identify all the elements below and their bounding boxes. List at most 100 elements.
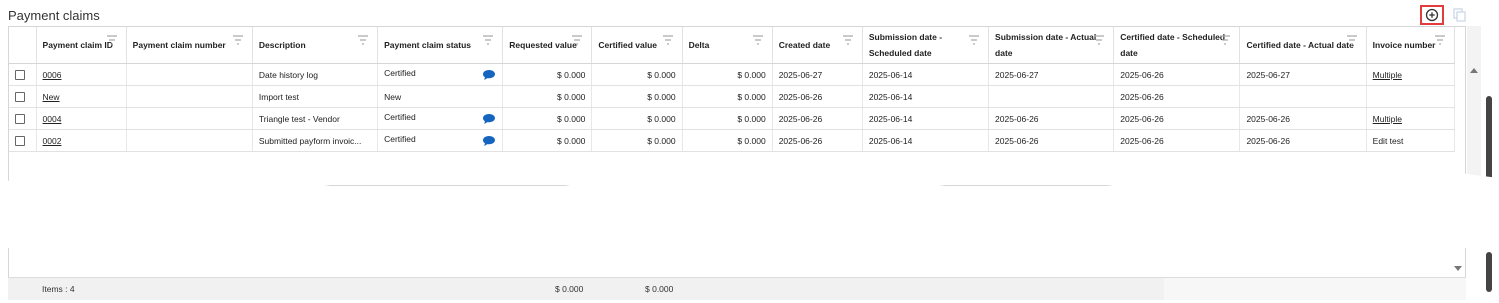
status-text: Certified bbox=[384, 112, 416, 122]
filter-icon[interactable] bbox=[1093, 35, 1105, 45]
column-header[interactable]: Invoice number bbox=[1366, 27, 1456, 64]
table-row[interactable]: New Import test New $ 0.000 $ 0.000 $ 0.… bbox=[9, 85, 1456, 108]
section-title: Payment claims bbox=[8, 8, 100, 23]
status-text: Certified bbox=[384, 134, 416, 144]
column-header-label: Certified date - Scheduled date bbox=[1120, 32, 1226, 58]
filter-icon[interactable] bbox=[571, 35, 583, 45]
certified-value-cell: $ 0.000 bbox=[591, 85, 683, 108]
column-header[interactable]: Certified date - Actual date bbox=[1239, 27, 1367, 64]
delta-cell: $ 0.000 bbox=[682, 129, 773, 152]
table-row[interactable]: 0006 Date history log Certified $ 0.000 … bbox=[9, 63, 1456, 86]
filter-icon[interactable] bbox=[106, 35, 118, 45]
submission-scheduled-cell: 2025-06-14 bbox=[862, 129, 990, 152]
filter-icon[interactable] bbox=[1346, 35, 1358, 45]
column-header-label: Description bbox=[258, 40, 306, 50]
certified-scheduled-cell: 2025-06-26 bbox=[1113, 107, 1241, 130]
submission-actual-cell bbox=[988, 85, 1115, 108]
column-header[interactable]: Created date bbox=[772, 27, 863, 64]
row-select-cell[interactable] bbox=[9, 85, 37, 108]
description-cell: Import test bbox=[252, 85, 379, 108]
requested-value-cell: $ 0.000 bbox=[502, 63, 593, 86]
invoice-number-cell[interactable]: Multiple bbox=[1366, 63, 1456, 86]
filter-icon[interactable] bbox=[232, 35, 244, 45]
column-header[interactable]: Certified value bbox=[591, 27, 683, 64]
row-checkbox[interactable] bbox=[15, 69, 25, 80]
comment-icon[interactable] bbox=[482, 113, 496, 125]
add-payment-claim-button[interactable] bbox=[1420, 5, 1444, 25]
table-row[interactable]: 0004 Triangle test - Vendor Certified $ … bbox=[9, 107, 1456, 130]
claim-id-link[interactable]: 0002 bbox=[43, 136, 62, 146]
copy-button[interactable] bbox=[1453, 8, 1467, 22]
copy-icon bbox=[1453, 8, 1466, 22]
filter-icon[interactable] bbox=[1434, 35, 1446, 45]
submission-scheduled-cell: 2025-06-14 bbox=[862, 107, 990, 130]
certified-total: $ 0.000 bbox=[645, 284, 674, 294]
claim-id-cell[interactable]: 0006 bbox=[36, 63, 127, 86]
status-text: Certified bbox=[384, 68, 416, 78]
comment-icon[interactable] bbox=[482, 69, 496, 81]
table-row[interactable]: 0002 Submitted payform invoic... Certifi… bbox=[9, 129, 1456, 152]
claim-id-link[interactable]: 0004 bbox=[43, 114, 62, 124]
column-header-label: Certified value bbox=[598, 40, 657, 50]
certified-actual-cell: 2025-06-27 bbox=[1239, 63, 1367, 86]
column-header-label: Payment claim status bbox=[384, 40, 472, 50]
filter-icon[interactable] bbox=[482, 35, 494, 45]
page-scrollbar-thumb-lower[interactable] bbox=[1486, 252, 1492, 292]
filter-icon[interactable] bbox=[968, 35, 980, 45]
comment-icon[interactable] bbox=[482, 135, 496, 147]
certified-scheduled-cell: 2025-06-26 bbox=[1113, 63, 1241, 86]
filter-icon[interactable] bbox=[752, 35, 764, 45]
claim-id-cell[interactable]: 0002 bbox=[36, 129, 127, 152]
column-header[interactable]: Submission date - Scheduled date bbox=[862, 27, 990, 64]
certified-value-cell: $ 0.000 bbox=[591, 129, 683, 152]
invoice-link[interactable]: Multiple bbox=[1373, 70, 1402, 80]
certified-actual-cell bbox=[1239, 85, 1367, 108]
column-header-label: Requested value bbox=[509, 40, 577, 50]
certified-value-cell: $ 0.000 bbox=[591, 107, 683, 130]
invoice-number-cell[interactable]: Multiple bbox=[1366, 107, 1456, 130]
column-header[interactable]: Submission date - Actual date bbox=[988, 27, 1115, 64]
row-select-cell[interactable] bbox=[9, 129, 37, 152]
header-row: Payment claim ID Payment claim number De… bbox=[9, 27, 1456, 64]
column-header-label: Payment claim number bbox=[132, 40, 226, 50]
certified-actual-cell: 2025-06-26 bbox=[1239, 107, 1367, 130]
description-cell: Triangle test - Vendor bbox=[252, 107, 379, 130]
column-header[interactable]: Delta bbox=[682, 27, 773, 64]
claim-number-cell bbox=[126, 85, 253, 108]
column-header[interactable]: Certified date - Scheduled date bbox=[1113, 27, 1241, 64]
column-header[interactable]: Payment claim status bbox=[377, 27, 504, 64]
row-select-cell[interactable] bbox=[9, 107, 37, 130]
submission-actual-cell: 2025-06-26 bbox=[988, 107, 1115, 130]
column-header-label: Submission date - Scheduled date bbox=[868, 32, 943, 58]
filter-icon[interactable] bbox=[662, 35, 674, 45]
status-text: New bbox=[384, 91, 402, 102]
column-header[interactable]: Requested value bbox=[502, 27, 593, 64]
row-select-cell[interactable] bbox=[9, 63, 37, 86]
filter-icon[interactable] bbox=[1219, 35, 1231, 45]
grid-horizontal-scrollbar[interactable] bbox=[1164, 277, 1466, 300]
created-date-cell: 2025-06-26 bbox=[772, 85, 863, 108]
claim-id-cell[interactable]: 0004 bbox=[36, 107, 127, 130]
filter-icon[interactable] bbox=[842, 35, 854, 45]
row-checkbox[interactable] bbox=[15, 113, 25, 124]
scroll-down-arrow-icon[interactable] bbox=[1454, 266, 1462, 271]
invoice-link[interactable]: Multiple bbox=[1373, 114, 1402, 124]
column-header-label: Submission date - Actual date bbox=[995, 32, 1097, 58]
scroll-up-arrow-icon[interactable] bbox=[1470, 68, 1478, 73]
column-header[interactable]: Description bbox=[252, 27, 379, 64]
description-cell: Submitted payform invoic... bbox=[252, 129, 379, 152]
row-checkbox[interactable] bbox=[15, 91, 25, 102]
column-header[interactable]: Payment claim ID bbox=[36, 27, 127, 64]
invoice-number-cell: Edit test bbox=[1366, 129, 1456, 152]
claim-id-link[interactable]: 0006 bbox=[43, 70, 62, 80]
select-column-header bbox=[9, 27, 37, 64]
items-count: Items : 4 bbox=[42, 284, 75, 294]
column-header-label: Delta bbox=[688, 40, 710, 50]
claim-id-cell[interactable]: New bbox=[36, 85, 127, 108]
requested-value-cell: $ 0.000 bbox=[502, 107, 593, 130]
row-checkbox[interactable] bbox=[15, 135, 25, 146]
filter-icon[interactable] bbox=[357, 35, 369, 45]
column-header-label: Created date bbox=[778, 40, 831, 50]
column-header[interactable]: Payment claim number bbox=[126, 27, 253, 64]
claim-id-link[interactable]: New bbox=[43, 92, 60, 102]
